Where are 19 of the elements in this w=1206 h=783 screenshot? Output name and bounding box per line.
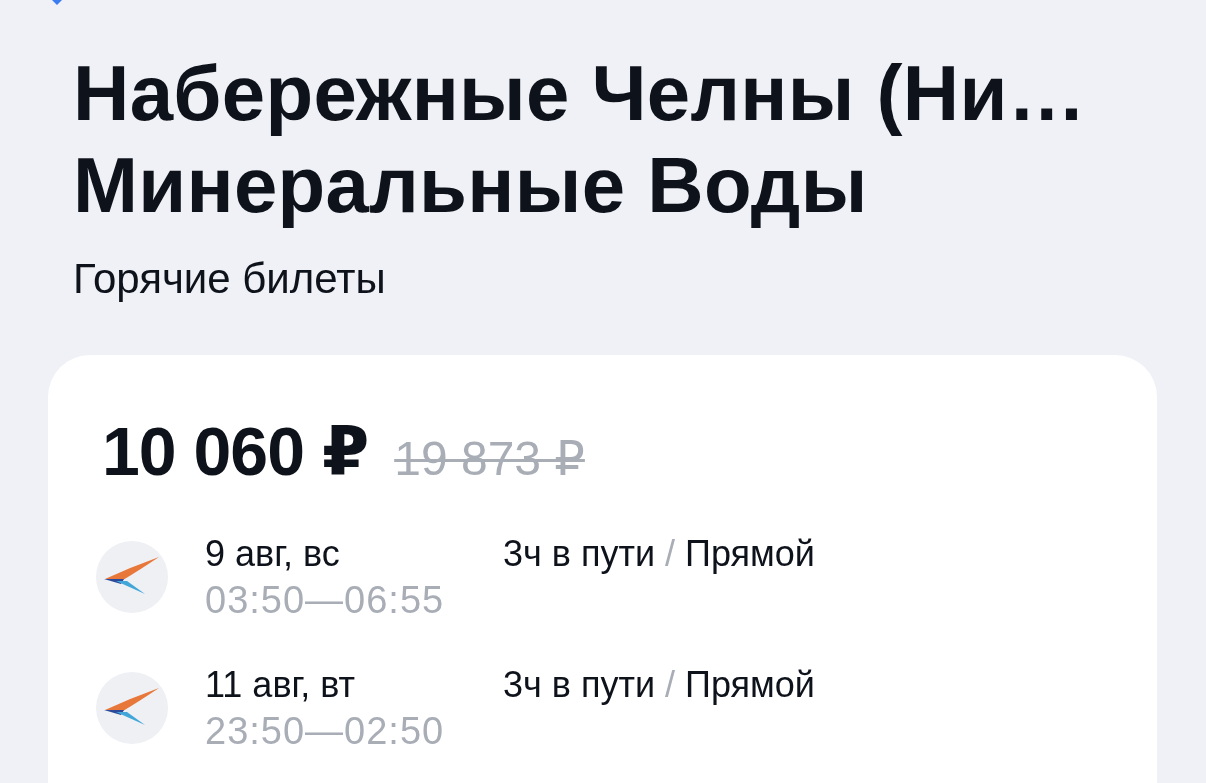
flight-times: 03:50—06:55 xyxy=(205,578,446,623)
origin-city-title: Набережные Челны (Ни… xyxy=(73,48,1088,139)
duration-text: 3ч в пути xyxy=(503,663,655,707)
swoosh-logo-icon xyxy=(96,672,168,744)
slash-separator: / xyxy=(665,663,675,707)
stops-text: Прямой xyxy=(685,532,815,576)
slash-separator: / xyxy=(665,532,675,576)
duration-text: 3ч в пути xyxy=(503,532,655,576)
swoosh-logo-icon xyxy=(96,541,168,613)
price-text: 10 060 ₽ xyxy=(102,412,369,491)
flight-date: 11 авг, вт xyxy=(205,663,357,707)
old-price-text: 19 873 ₽ xyxy=(394,431,585,487)
stops-text: Прямой xyxy=(685,663,815,707)
flight-date: 9 авг, вс xyxy=(205,532,341,576)
ticket-card[interactable]: 10 060 ₽ 19 873 ₽ 9 авг, вс 03:50—06:55 3ч в пути / Прямой 11 авг, вт 23:50—02:50 3ч в пути / Прямой xyxy=(48,355,1157,783)
subtitle-text: Горячие билеты xyxy=(73,254,387,304)
partial-icon xyxy=(52,0,62,5)
destination-city-title: Минеральные Воды xyxy=(73,140,869,231)
flight-times: 23:50—02:50 xyxy=(205,709,446,754)
